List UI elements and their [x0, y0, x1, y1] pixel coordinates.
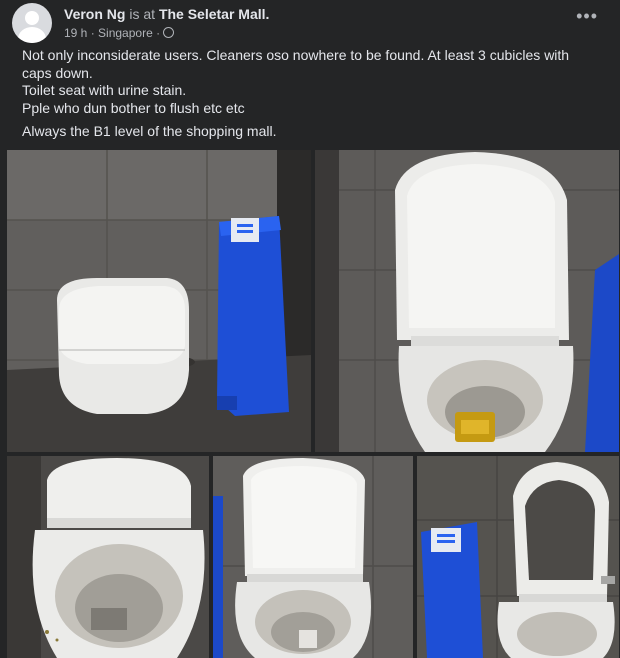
post-time[interactable]: 19 h [64, 25, 87, 41]
avatar[interactable] [12, 3, 52, 43]
more-horizontal-icon[interactable]: ••• [576, 6, 598, 27]
post-text: Not only inconsiderate users. Cleaners o… [22, 47, 602, 141]
post-header: Veron Ng is at The Seletar Mall. 19 h · … [12, 3, 269, 43]
author-name[interactable]: Veron Ng [64, 6, 125, 22]
post-place: Singapore [98, 25, 153, 40]
photo-toilet-4[interactable] [213, 456, 413, 658]
photo-seat-urine-stain[interactable] [315, 150, 619, 452]
post-text-line: Pple who dun bother to flush etc etc [22, 99, 245, 116]
location-link[interactable]: The Seletar Mall. [159, 6, 269, 22]
photo-toilet-3[interactable] [7, 456, 209, 658]
post-meta: Veron Ng is at The Seletar Mall. 19 h · … [64, 5, 270, 41]
photo-toilet-5[interactable] [417, 456, 619, 658]
photo-toilet-with-bin[interactable] [7, 150, 311, 452]
post-text-line: Always the B1 level of the shopping mall… [22, 123, 277, 139]
post-card: Veron Ng is at The Seletar Mall. 19 h · … [0, 0, 620, 658]
photo-grid [7, 150, 619, 658]
post-text-line: Toilet seat with urine stain. [22, 82, 187, 98]
is-at-text: is at [129, 5, 156, 22]
post-text-line: Not only inconsiderate users. Cleaners o… [22, 47, 570, 81]
globe-icon [163, 27, 175, 38]
